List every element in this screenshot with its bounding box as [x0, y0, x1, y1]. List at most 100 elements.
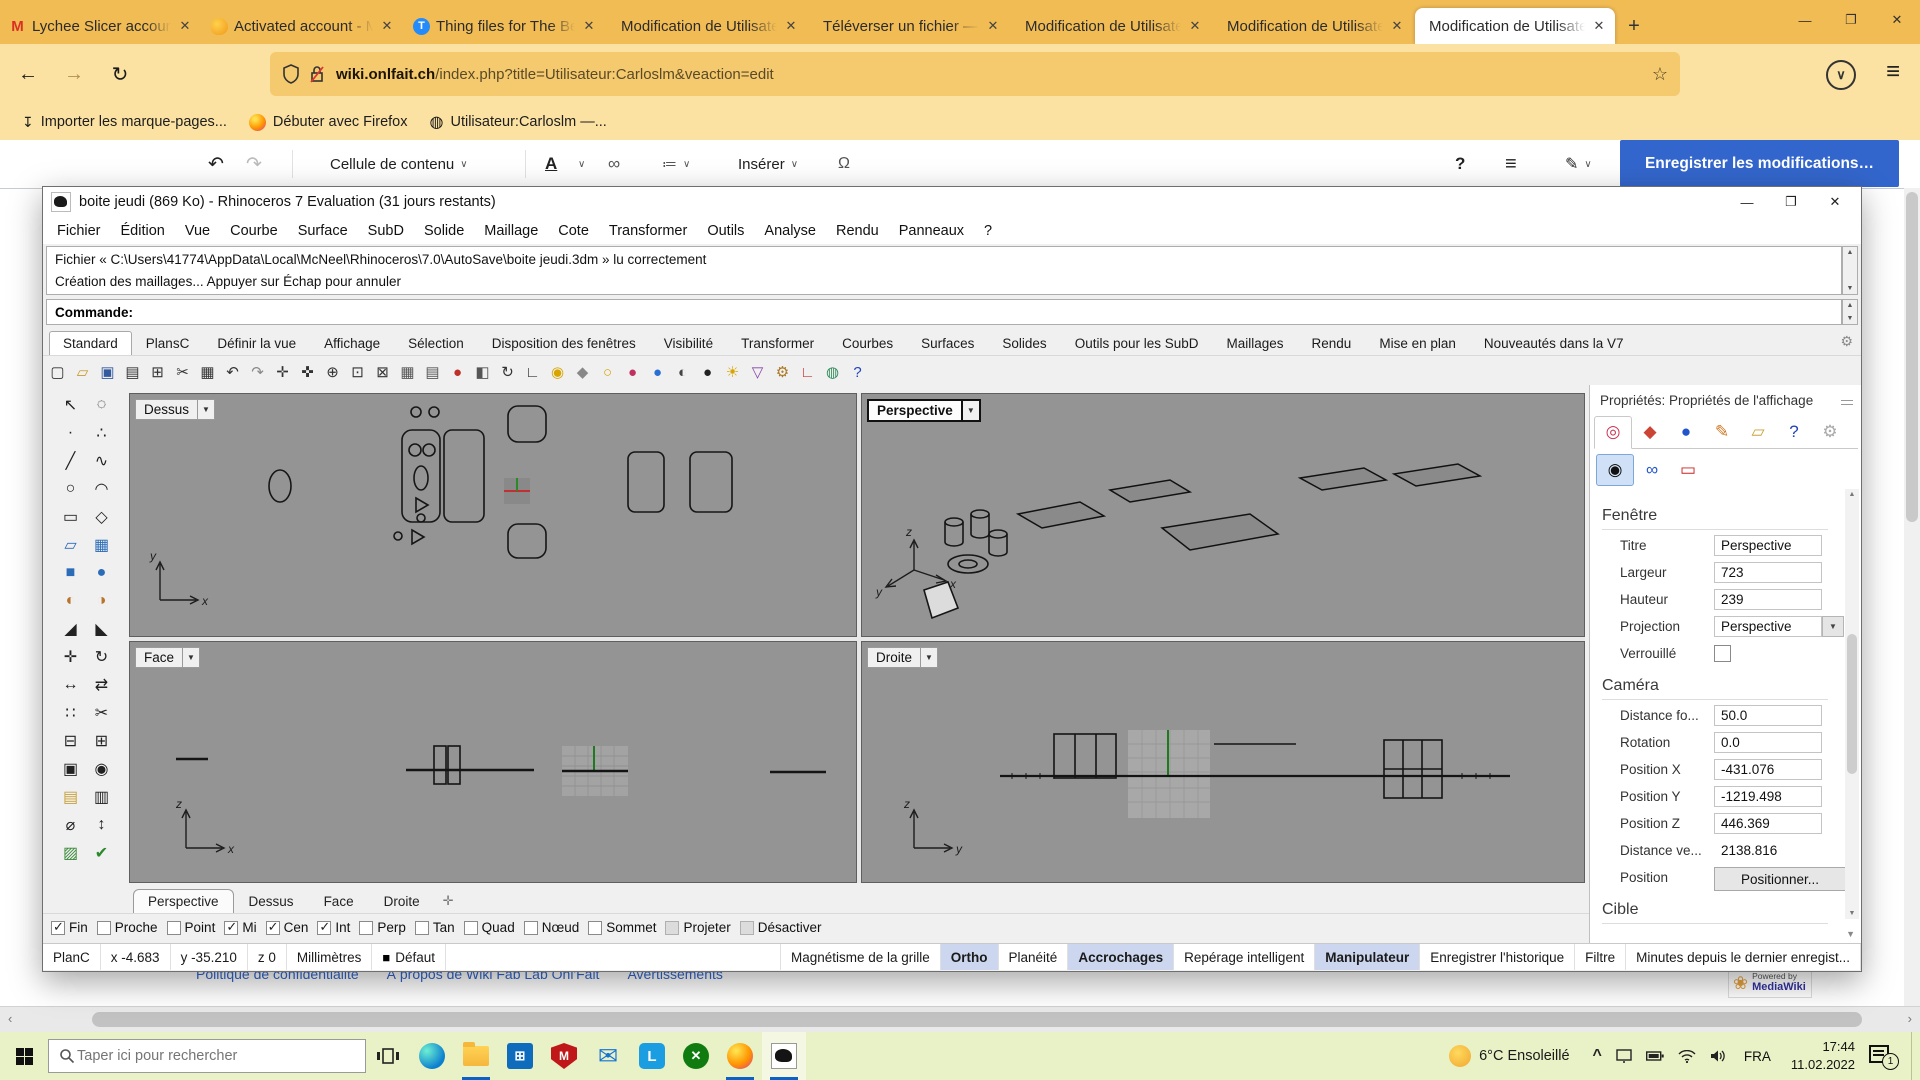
rhino-sidebar-icon[interactable]: ● — [86, 559, 117, 587]
rhino-toolbar-icon[interactable]: ? — [845, 360, 870, 384]
titre-field[interactable]: Perspective — [1714, 535, 1822, 556]
osnap-toggle[interactable]: Désactiver — [740, 920, 822, 935]
properties-tab-icon[interactable]: ⚙ — [1812, 417, 1848, 447]
rhino-toolbar-icon[interactable]: ◍ — [820, 360, 845, 384]
properties-tab-icon[interactable]: ● — [1668, 417, 1704, 447]
rhino-sidebar-icon[interactable]: ↻ — [86, 643, 117, 671]
viewport-perspective-label[interactable]: Perspective ▼ — [867, 399, 981, 422]
rhino-sidebar-icon[interactable]: ◐ — [55, 587, 86, 615]
insert-dropdown[interactable]: Insérer∨ — [738, 148, 798, 180]
viewport-tab[interactable]: Dessus — [234, 889, 309, 913]
rhino-toolbar-icon[interactable]: ◧ — [470, 360, 495, 384]
viewport-perspective[interactable]: Perspective ▼ — [861, 393, 1585, 637]
history-scrollbar[interactable]: ▲ ▼ — [1842, 246, 1858, 295]
taskbar-app-lychee[interactable]: L — [630, 1032, 674, 1080]
rhino-sidebar-icon[interactable]: ↔ — [55, 671, 86, 699]
command-input[interactable]: Commande: — [46, 299, 1842, 325]
scroll-down-icon[interactable]: ▼ — [1849, 910, 1856, 917]
osnap-checkbox[interactable] — [167, 921, 181, 935]
tab-close-icon[interactable]: ✕ — [581, 18, 597, 34]
properties-tab-icon[interactable]: ◆ — [1632, 417, 1668, 447]
display-sub-icon[interactable]: ▭ — [1670, 455, 1706, 485]
rhino-sidebar-icon[interactable]: ▥ — [86, 783, 117, 811]
rhino-sidebar-icon[interactable]: ╱ — [55, 447, 86, 475]
osnap-checkbox[interactable] — [317, 921, 331, 935]
rhino-toolbar-icon[interactable]: ● — [695, 360, 720, 384]
rhino-ribbon-tab[interactable]: Courbes — [828, 331, 907, 355]
rhino-toolbar-icon[interactable]: ◆ — [570, 360, 595, 384]
osnap-checkbox[interactable] — [359, 921, 373, 935]
osnap-checkbox[interactable] — [97, 921, 111, 935]
rhino-toolbar-icon[interactable]: ▦ — [195, 360, 220, 384]
status-cell[interactable]: Planéité — [999, 944, 1069, 970]
taskbar-app-store[interactable]: ⊞ — [498, 1032, 542, 1080]
forward-button[interactable]: → — [56, 56, 92, 92]
bookmark-star-icon[interactable]: ☆ — [1652, 64, 1668, 85]
vertical-scrollbar-thumb[interactable] — [1906, 192, 1918, 522]
rhino-toolbar-icon[interactable]: ⊠ — [370, 360, 395, 384]
rhino-ribbon-tab[interactable]: Surfaces — [907, 331, 988, 355]
rhino-ribbon-tab[interactable]: Visibilité — [650, 331, 727, 355]
rhino-toolbar-icon[interactable]: ⊕ — [320, 360, 345, 384]
rhino-sidebar-icon[interactable]: ⊟ — [55, 727, 86, 755]
rhino-ribbon-tab[interactable]: Solides — [988, 331, 1060, 355]
vertical-scrollbar[interactable] — [1904, 188, 1920, 1006]
display-sub-icon[interactable]: ◉ — [1596, 454, 1634, 486]
pocket-icon[interactable]: ∨ — [1826, 60, 1856, 90]
special-character-button[interactable]: Ω — [838, 148, 850, 180]
link-button[interactable]: ∞ — [608, 148, 620, 180]
positionner-button[interactable]: Positionner... — [1714, 867, 1846, 891]
spin-up-icon[interactable]: ▲ — [1847, 302, 1854, 309]
rhino-sidebar-icon[interactable]: ◑ — [86, 587, 117, 615]
rhino-menu-item[interactable]: Fichier — [47, 223, 111, 239]
rhino-sidebar-icon[interactable]: ▨ — [55, 839, 86, 867]
rhino-toolbar-icon[interactable]: ⊞ — [145, 360, 170, 384]
taskbar-app-firefox[interactable] — [718, 1032, 762, 1080]
status-cell[interactable]: Repérage intelligent — [1174, 944, 1315, 970]
rhino-sidebar-icon[interactable]: ✂ — [86, 699, 117, 727]
hidden-icons-chevron[interactable]: ^ — [1593, 1047, 1602, 1065]
chevron-down-icon[interactable]: ▼ — [963, 399, 981, 422]
rhino-sidebar-icon[interactable]: ∿ — [86, 447, 117, 475]
new-tab-button[interactable]: + — [1616, 8, 1652, 44]
rhino-sidebar-icon[interactable]: ∙ — [55, 419, 86, 447]
rhino-ribbon-tab[interactable]: Sélection — [394, 331, 478, 355]
osnap-toggle[interactable]: Point — [167, 920, 216, 935]
restore-button[interactable]: ❐ — [1828, 0, 1874, 40]
viewport-face-label[interactable]: Face ▼ — [135, 647, 200, 668]
rhino-menu-item[interactable]: SubD — [358, 223, 414, 239]
rhino-sidebar-icon[interactable]: ✔ — [86, 839, 117, 867]
status-cell[interactable]: Ortho — [941, 944, 999, 970]
taskbar-app-xbox[interactable]: ✕ — [674, 1032, 718, 1080]
rhino-ribbon-tab[interactable]: PlansC — [132, 331, 204, 355]
osnap-toggle[interactable]: Sommet — [588, 920, 656, 935]
rhino-menu-item[interactable]: Surface — [288, 223, 358, 239]
browser-tab[interactable]: Activated account - M ✕ — [203, 8, 403, 44]
hauteur-field[interactable]: 239 — [1714, 589, 1822, 610]
projection-select[interactable]: Perspective — [1714, 616, 1822, 637]
rhino-toolbar-icon[interactable]: ☀ — [720, 360, 745, 384]
browser-tab[interactable]: Modification de Utilisate ✕ — [607, 8, 807, 44]
osnap-toggle[interactable]: Projeter — [665, 920, 730, 935]
reload-button[interactable]: ↻ — [102, 56, 138, 92]
save-changes-button[interactable]: Enregistrer les modifications… — [1620, 140, 1899, 187]
rhino-toolbar-icon[interactable]: ↶ — [220, 360, 245, 384]
tab-close-icon[interactable]: ✕ — [1187, 18, 1203, 34]
panel-chevron-down-icon[interactable]: ▼ — [1846, 929, 1855, 939]
rhino-toolbar-icon[interactable]: ○ — [595, 360, 620, 384]
osnap-checkbox[interactable] — [266, 921, 280, 935]
rhino-ribbon-tab[interactable]: Outils pour les SubD — [1061, 331, 1213, 355]
rhino-toolbar-icon[interactable]: ▦ — [395, 360, 420, 384]
rhino-sidebar-icon[interactable]: ▭ — [55, 503, 86, 531]
osnap-checkbox[interactable] — [740, 921, 754, 935]
minimize-button[interactable]: — — [1782, 0, 1828, 40]
chevron-down-icon[interactable]: ∨ — [572, 148, 585, 180]
rhino-toolbar-icon[interactable]: ∟ — [795, 360, 820, 384]
osnap-toggle[interactable]: Mi — [224, 920, 256, 935]
rhino-menu-item[interactable]: Édition — [111, 223, 175, 239]
status-cell[interactable]: Magnétisme de la grille — [781, 944, 941, 970]
undo-button[interactable]: ↶ — [208, 148, 224, 180]
rhino-sidebar-icon[interactable]: ◉ — [86, 755, 117, 783]
status-cell[interactable]: z 0 — [248, 944, 287, 970]
rhino-sidebar-icon[interactable]: ∴ — [86, 419, 117, 447]
